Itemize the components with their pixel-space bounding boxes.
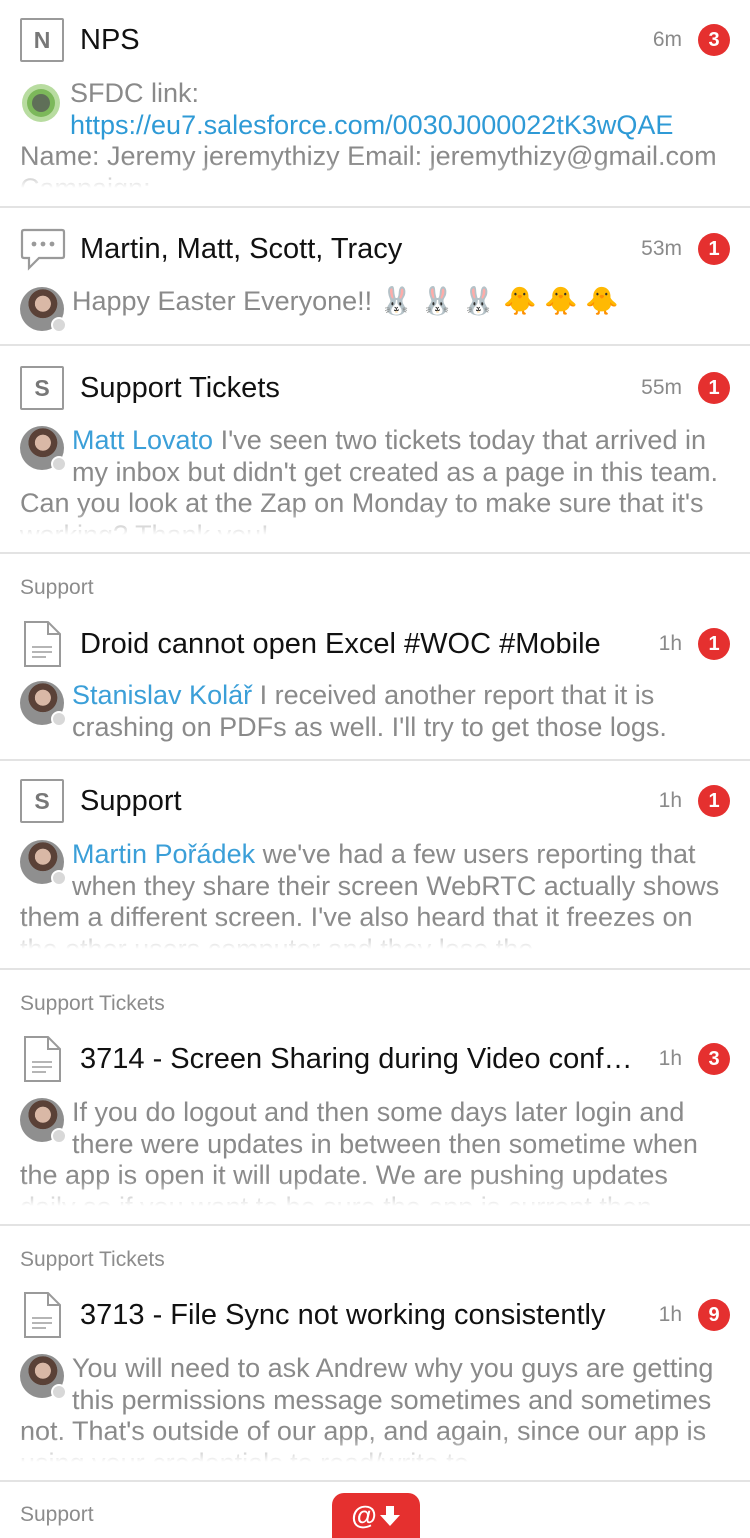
document-icon	[20, 620, 64, 668]
message-preview: If you do logout and then some days late…	[20, 1097, 698, 1206]
author-name[interactable]: Martin Pořádek	[72, 839, 255, 869]
timestamp: 53m	[641, 237, 682, 260]
team-letter-icon: S	[20, 779, 64, 823]
conversation-title: Droid cannot open Excel #WOC #Mobile	[80, 627, 601, 660]
section-label: Support	[20, 1503, 94, 1526]
message-preview: You will need to ask Andrew why you guys…	[20, 1353, 714, 1462]
avatar	[20, 1098, 67, 1144]
team-letter-icon: N	[20, 18, 64, 62]
timestamp: 1h	[658, 632, 682, 655]
sfdc-link[interactable]: https://eu7.salesforce.com/0030J000022tK…	[70, 110, 673, 140]
timestamp: 55m	[641, 376, 682, 399]
jump-to-mentions-button[interactable]: @	[332, 1493, 420, 1538]
section-label: Support Tickets	[20, 992, 165, 1015]
unread-badge: 3	[698, 1043, 730, 1075]
timestamp: 1h	[658, 1047, 682, 1070]
conversation-title: 3713 - File Sync not working consistentl…	[80, 1298, 606, 1331]
conversation-title: Martin, Matt, Scott, Tracy	[80, 232, 403, 265]
conversation-item-support-tickets[interactable]: S Support Tickets 55m 1 Matt Lovato I've…	[0, 346, 750, 554]
status-label: SFDC link:	[70, 78, 200, 108]
avatar	[20, 287, 67, 333]
timestamp: 1h	[658, 1303, 682, 1326]
conversation-title: Support	[80, 784, 182, 817]
conversation-item-ticket-3713[interactable]: Support Tickets 3713 - File Sync not wor…	[0, 1226, 750, 1482]
author-name[interactable]: Stanislav Kolář	[72, 680, 252, 710]
unread-badge: 1	[698, 628, 730, 660]
unread-badge: 1	[698, 372, 730, 404]
unread-badge: 3	[698, 24, 730, 56]
conversation-item-droid-excel[interactable]: Support Droid cannot open Excel #WOC #Mo…	[0, 554, 750, 761]
mention-label: @	[351, 1500, 377, 1530]
conversation-item-nps[interactable]: N NPS 6m 3 SFDC link: https://eu7.salesf…	[0, 0, 750, 208]
section-label: Support Tickets	[20, 1248, 165, 1271]
avatar	[20, 681, 67, 727]
conversation-item-support[interactable]: S Support 1h 1 Martin Pořádek we've had …	[0, 761, 750, 970]
chat-bubble-icon	[20, 227, 66, 271]
section-label: Support	[20, 576, 94, 599]
avatar	[20, 1354, 67, 1400]
avatar	[20, 426, 67, 472]
unread-badge: 1	[698, 785, 730, 817]
conversation-title: NPS	[80, 23, 140, 56]
conversation-item-group-chat[interactable]: Martin, Matt, Scott, Tracy 53m 1 Happy E…	[0, 208, 750, 346]
author-name[interactable]: Matt Lovato	[72, 425, 213, 455]
unread-badge: 1	[698, 233, 730, 265]
conversation-title: Support Tickets	[80, 371, 280, 404]
arrow-down-icon	[379, 1505, 400, 1526]
document-icon	[20, 1291, 64, 1339]
timestamp: 1h	[658, 789, 682, 812]
unread-badge: 9	[698, 1299, 730, 1331]
conversation-item-ticket-3714[interactable]: Support Tickets 3714 - Screen Sharing du…	[0, 970, 750, 1226]
conversation-title: 3714 - Screen Sharing during Video confe…	[80, 1042, 645, 1075]
message-preview: Happy Easter Everyone!! 🐰 🐰 🐰 🐥 🐥 🐥	[72, 286, 619, 316]
timestamp: 6m	[652, 28, 682, 51]
avatar	[20, 840, 67, 886]
status-indicator-icon	[22, 84, 60, 122]
team-letter-icon: S	[20, 366, 64, 410]
message-preview: Name: Jeremy jeremythizy Email: jeremyth…	[20, 141, 717, 188]
document-icon	[20, 1035, 64, 1083]
